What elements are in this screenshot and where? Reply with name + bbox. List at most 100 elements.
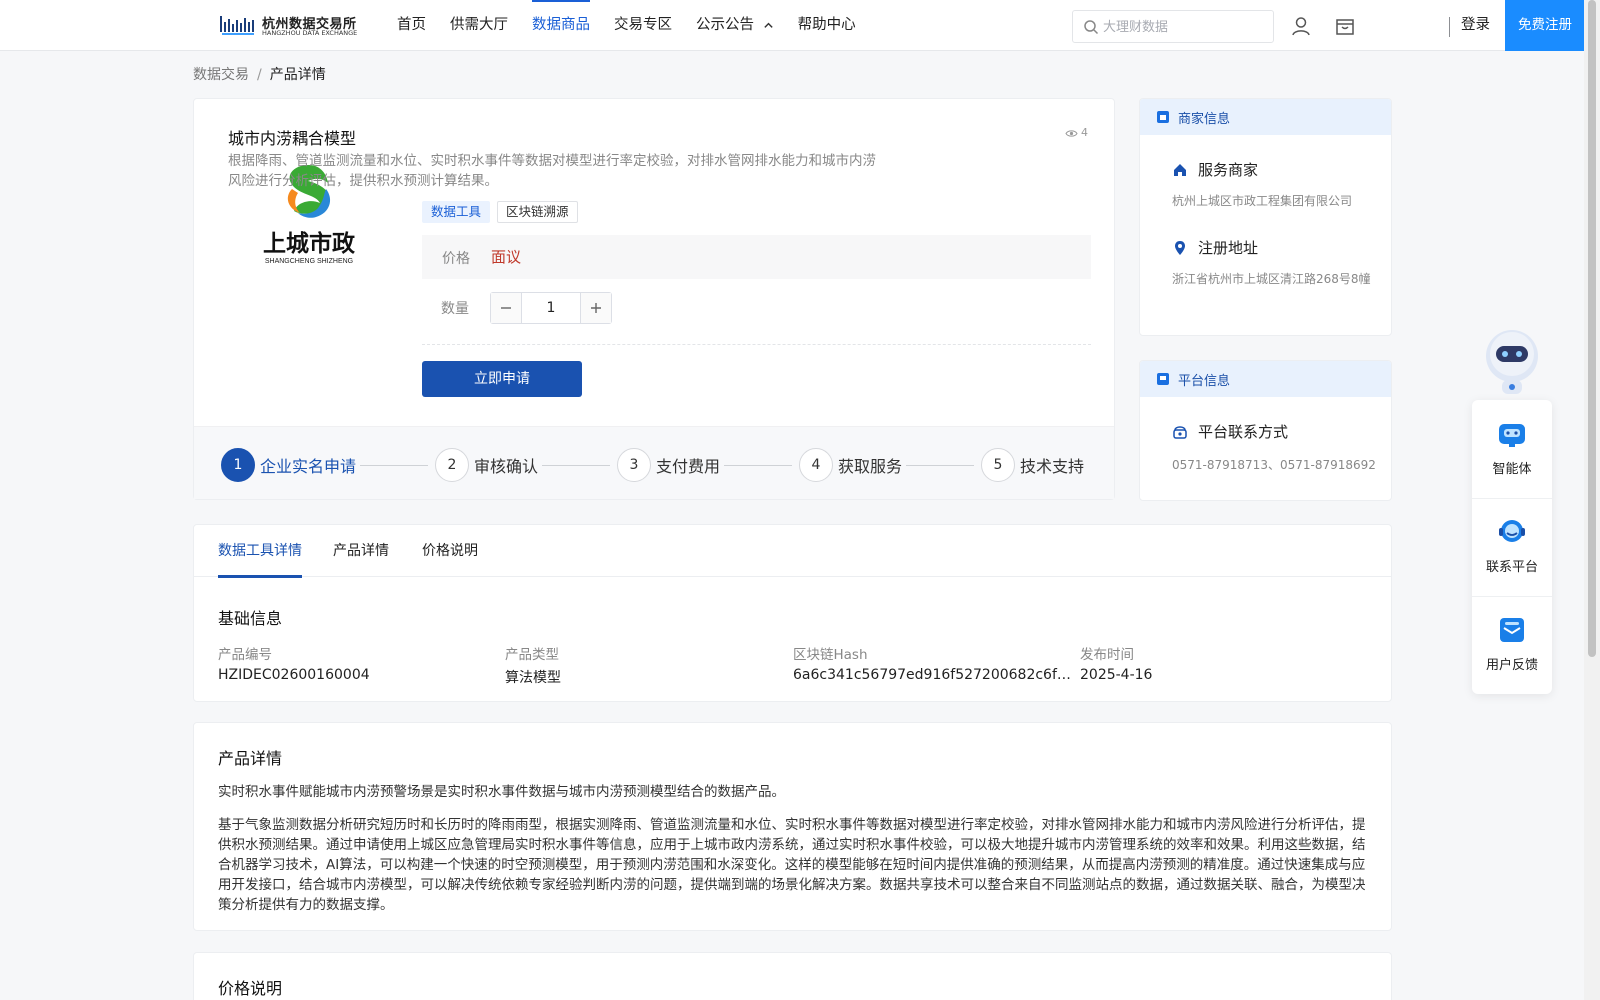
floating-toolbar: 智能体 联系平台 用户反馈 [1472, 400, 1552, 694]
chevron-up-icon [763, 22, 773, 28]
view-count-value: 4 [1081, 126, 1088, 139]
nav-home[interactable]: 首页 [397, 0, 426, 50]
eye-icon [1065, 129, 1078, 137]
dashed-divider [422, 344, 1091, 345]
nav-trading-zone[interactable]: 交易专区 [614, 0, 672, 50]
platform-contact-title: 平台联系方式 [1172, 421, 1288, 442]
tab-product-details[interactable]: 产品详情 [333, 525, 389, 577]
product-detail-intro: 实时积水事件赋能城市内涝预警场景是实时积水事件数据与城市内涝预测模型结合的数据产… [218, 784, 785, 800]
breadcrumb-root[interactable]: 数据交易 [193, 67, 249, 83]
registered-address-value: 浙江省杭州市上城区清江路268号8幢 [1172, 272, 1371, 286]
plus-icon [591, 303, 601, 313]
bot-icon [1499, 424, 1525, 447]
blockchain-hash-label: 区块链Hash [793, 647, 868, 663]
float-contact-platform-label: 联系平台 [1485, 560, 1538, 575]
hangzhou-data-exchange-logo[interactable]: 杭州数据交易所 HANGZHOU DATA EXCHANGE [220, 12, 360, 38]
step-label: 审核确认 [474, 457, 539, 476]
process-steps: 1 企业实名申请 2 审核确认 3 支付费用 4 获取服务 5 技术支持 [194, 426, 1114, 499]
product-detail-card: 产品详情 实时积水事件赋能城市内涝预警场景是实时积水事件数据与城市内涝预测模型结… [193, 722, 1392, 931]
location-pin-icon [1175, 240, 1185, 255]
search-icon[interactable] [1083, 19, 1099, 35]
price-notes-title: 价格说明 [218, 979, 283, 998]
main-nav: 首页 供需大厅 数据商品 交易专区 公示公告 帮助中心 [397, 0, 880, 50]
step-5: 5 技术支持 [981, 448, 1084, 482]
step-1: 1 企业实名申请 [221, 448, 356, 482]
home-icon [1174, 163, 1186, 176]
decrement-button[interactable] [491, 293, 522, 323]
tag-blockchain-trace: 区块链溯源 [497, 201, 578, 223]
step-number: 1 [221, 448, 255, 482]
tab-data-tool-details[interactable]: 数据工具详情 [218, 525, 302, 578]
robot-assistant-icon[interactable] [1472, 322, 1552, 402]
merchant-badge-icon [1157, 111, 1169, 123]
breadcrumb-separator: / [257, 67, 262, 83]
shop-icon[interactable] [1334, 15, 1356, 37]
price-label: 价格 [442, 251, 470, 267]
minus-icon [501, 307, 511, 309]
product-type-label: 产品类型 [505, 647, 559, 663]
price-notes-card: 价格说明 [193, 952, 1392, 1000]
step-label: 获取服务 [838, 457, 903, 476]
step-number: 3 [617, 448, 651, 482]
step-label: 支付费用 [656, 457, 721, 476]
breadcrumb-current: 产品详情 [269, 67, 326, 83]
product-id-value: HZIDEC02600160004 [218, 667, 370, 683]
price-row: 价格 面议 [422, 235, 1091, 279]
merchant-info-header: 商家信息 [1140, 99, 1391, 135]
login-link[interactable]: 登录 [1461, 0, 1490, 50]
nav-supply-demand[interactable]: 供需大厅 [450, 0, 508, 50]
quantity-input[interactable]: 1 [522, 293, 580, 323]
tab-price-notes[interactable]: 价格说明 [422, 525, 478, 577]
platform-info-title: 平台信息 [1178, 373, 1231, 389]
search-box [1072, 10, 1274, 43]
scrollbar-thumb[interactable] [1588, 0, 1596, 657]
product-id-label: 产品编号 [218, 647, 272, 663]
nav-help-center[interactable]: 帮助中心 [798, 0, 856, 50]
increment-button[interactable] [580, 293, 611, 323]
registered-address-label: 注册地址 [1198, 239, 1259, 257]
breadcrumb: 数据交易 / 产品详情 [193, 64, 326, 84]
apply-now-button[interactable]: 立即申请 [422, 361, 582, 397]
nav-announcements-label: 公示公告 [696, 17, 754, 33]
customer-service-icon [1499, 520, 1525, 542]
step-4: 4 获取服务 [799, 448, 902, 482]
product-logo-subtext: SHANGCHENG SHIZHENG [265, 258, 353, 265]
phone-icon [1173, 425, 1187, 439]
step-connector [724, 465, 792, 466]
platform-contact-label: 平台联系方式 [1198, 423, 1289, 441]
nav-data-products[interactable]: 数据商品 [532, 0, 590, 50]
feedback-mail-icon [1500, 618, 1524, 642]
logo-bars-icon [220, 16, 254, 35]
float-ai-agent-label: 智能体 [1492, 462, 1532, 477]
quantity-label: 数量 [441, 301, 469, 317]
blockchain-hash-value: 6a6c341c56797ed916f527200682c6f070e... [793, 667, 1071, 683]
detail-tabs: 数据工具详情 产品详情 价格说明 [194, 525, 1391, 578]
basic-info-title: 基础信息 [218, 609, 283, 628]
step-2: 2 审核确认 [435, 448, 538, 482]
view-count: 4 [1065, 126, 1088, 139]
product-logo-text: 上城市政 [263, 230, 356, 257]
page-scrollbar[interactable] [1584, 0, 1600, 1000]
service-merchant-label: 服务商家 [1198, 161, 1259, 179]
user-icon[interactable] [1290, 15, 1312, 37]
float-user-feedback[interactable]: 用户反馈 [1472, 596, 1552, 692]
tag-data-tool: 数据工具 [422, 201, 491, 223]
registered-address-title: 注册地址 [1172, 237, 1258, 258]
product-detail-body: 基于气象监测数据分析研究短历时和长历时的降雨雨型，根据实测降雨、管道监测流量和水… [218, 817, 1366, 913]
detail-tabs-card: 数据工具详情 产品详情 价格说明 基础信息 产品编号 HZIDEC0260016… [193, 524, 1392, 702]
search-input[interactable] [1103, 15, 1268, 39]
nav-announcements[interactable]: 公示公告 [696, 0, 774, 50]
step-3: 3 支付费用 [617, 448, 720, 482]
float-contact-platform[interactable]: 联系平台 [1472, 498, 1552, 594]
merchant-info-title: 商家信息 [1178, 111, 1231, 127]
service-merchant-value: 杭州上城区市政工程集团有限公司 [1172, 194, 1353, 208]
platform-info-card: 平台信息 平台联系方式 0571-87918713、0571-87918692 [1139, 360, 1392, 501]
publish-date-label: 发布时间 [1080, 647, 1134, 663]
register-button[interactable]: 免费注册 [1505, 0, 1585, 51]
platform-info-header: 平台信息 [1140, 361, 1391, 397]
float-ai-agent[interactable]: 智能体 [1472, 400, 1552, 496]
logo-subtitle: HANGZHOU DATA EXCHANGE [262, 29, 358, 37]
platform-contact-value: 0571-87918713、0571-87918692 [1172, 458, 1376, 472]
product-detail-title: 产品详情 [218, 749, 283, 768]
step-connector [906, 465, 974, 466]
